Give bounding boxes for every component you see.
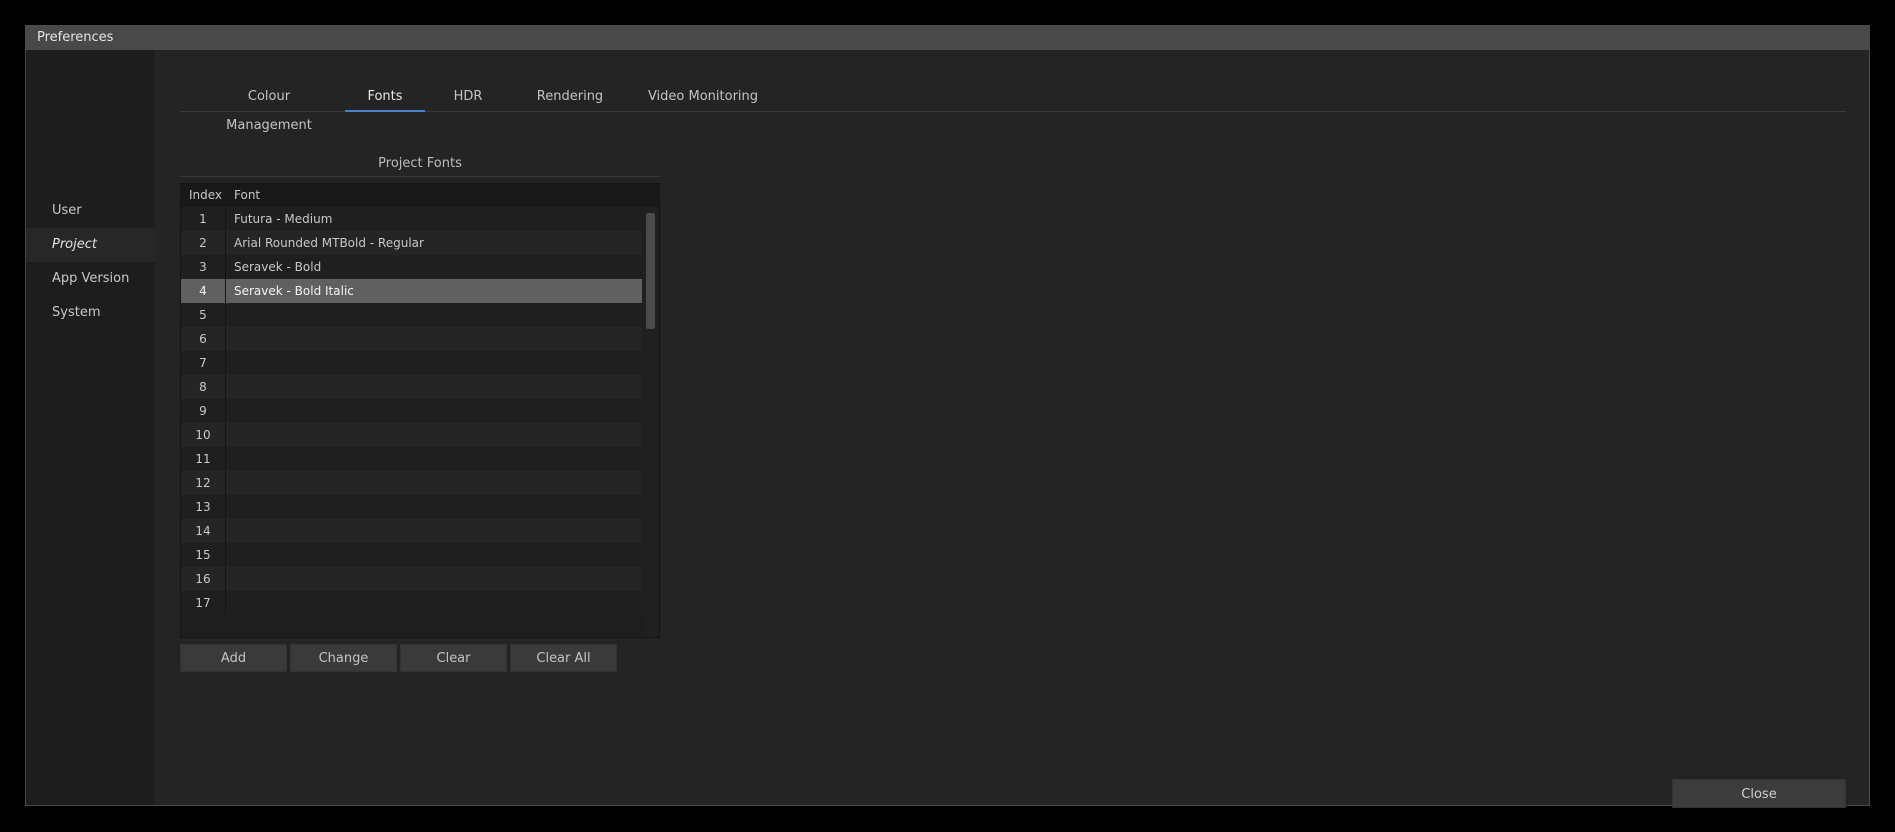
sidebar-item-user[interactable]: User [26, 194, 155, 228]
group-divider [180, 176, 660, 177]
row-font: Seravek - Bold [234, 260, 322, 274]
row-index: 11 [181, 447, 226, 471]
table-body: 1 Futura - Medium 2 Arial Rounded MTBold -… [181, 207, 642, 615]
tab-hdr[interactable]: HDR [443, 82, 493, 111]
column-header-index[interactable]: Index [189, 184, 222, 207]
table-row[interactable]: 7 [181, 351, 642, 375]
row-font: Futura - Medium [234, 212, 333, 226]
tab-video-monitoring[interactable]: Video Monitoring [643, 82, 763, 111]
table-row[interactable]: 13 [181, 495, 642, 519]
table-row[interactable]: 3 Seravek - Bold [181, 255, 642, 279]
row-index: 4 [181, 279, 226, 303]
table-row[interactable]: 17 [181, 591, 642, 615]
tab-bar: Colour Management Fonts HDR Rendering Vi… [180, 82, 1846, 133]
table-row[interactable]: 15 [181, 543, 642, 567]
row-font: Seravek - Bold Italic [234, 284, 354, 298]
clear-all-button[interactable]: Clear All [510, 644, 617, 672]
table-header: Index Font [181, 184, 659, 207]
table-row[interactable]: 2 Arial Rounded MTBold - Regular [181, 231, 642, 255]
add-button[interactable]: Add [180, 644, 287, 672]
table-row[interactable]: 12 [181, 471, 642, 495]
table-row[interactable]: 5 [181, 303, 642, 327]
close-button[interactable]: Close [1672, 779, 1846, 808]
tab-colour-management[interactable]: Colour Management [204, 82, 334, 133]
tab-rendering[interactable]: Rendering [525, 82, 615, 111]
row-index: 1 [181, 207, 226, 231]
change-button[interactable]: Change [290, 644, 397, 672]
row-index: 9 [181, 399, 226, 423]
table-row[interactable]: 1 Futura - Medium [181, 207, 642, 231]
row-index: 13 [181, 495, 226, 519]
sidebar-item-project[interactable]: Project [26, 228, 155, 262]
sidebar-item-app-version[interactable]: App Version [26, 262, 155, 296]
scrollbar-thumb[interactable] [646, 213, 655, 329]
column-header-font[interactable]: Font [234, 184, 260, 207]
row-index: 17 [181, 591, 226, 615]
row-index: 3 [181, 255, 226, 279]
row-index: 5 [181, 303, 226, 327]
project-fonts-label: Project Fonts [378, 156, 462, 171]
row-index: 8 [181, 375, 226, 399]
table-row[interactable]: 11 [181, 447, 642, 471]
row-index: 15 [181, 543, 226, 567]
table-scrollbar[interactable] [643, 207, 659, 637]
table-row[interactable]: 9 [181, 399, 642, 423]
table-row[interactable]: 10 [181, 423, 642, 447]
table-row-selected[interactable]: 4 Seravek - Bold Italic [181, 279, 642, 303]
row-index: 14 [181, 519, 226, 543]
preferences-window: Preferences User Project App Version Sys… [25, 25, 1870, 808]
row-index: 6 [181, 327, 226, 351]
row-index: 10 [181, 423, 226, 447]
sidebar-item-system[interactable]: System [26, 296, 155, 330]
row-index: 2 [181, 231, 226, 255]
row-font: Arial Rounded MTBold - Regular [234, 236, 424, 250]
row-index: 16 [181, 567, 226, 591]
table-row[interactable]: 8 [181, 375, 642, 399]
tab-fonts[interactable]: Fonts [345, 82, 425, 112]
row-index: 7 [181, 351, 226, 375]
clear-button[interactable]: Clear [400, 644, 507, 672]
sidebar: User Project App Version System [26, 50, 155, 805]
project-fonts-table: Index Font 1 Futura - Medium 2 Arial Round… [180, 183, 660, 638]
table-row[interactable]: 16 [181, 567, 642, 591]
row-index: 12 [181, 471, 226, 495]
table-row[interactable]: 14 [181, 519, 642, 543]
window-title: Preferences [26, 26, 1869, 50]
table-row[interactable]: 6 [181, 327, 642, 351]
